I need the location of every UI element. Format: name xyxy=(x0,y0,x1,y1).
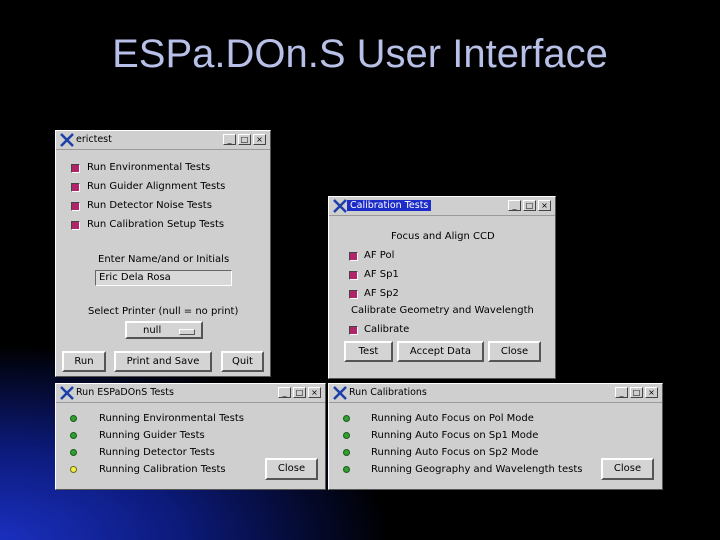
print-and-save-button[interactable]: Print and Save xyxy=(114,351,212,372)
checkbox-label: AF Pol xyxy=(364,250,395,261)
window-title: Calibration Tests xyxy=(347,200,432,211)
x-logo-icon xyxy=(333,386,347,400)
status-led-green xyxy=(70,449,77,456)
checkbox-label: Run Detector Noise Tests xyxy=(87,200,212,211)
close-button[interactable]: × xyxy=(308,387,321,398)
checkbox-calibrate[interactable] xyxy=(349,326,358,335)
calibration-tests-window: Calibration Tests _ □ × Focus and Align … xyxy=(328,196,556,379)
checkbox-label: Calibrate xyxy=(364,324,410,335)
window-title: Run ESPaDOnS Tests xyxy=(76,387,174,398)
status-label: Running Auto Focus on Pol Mode xyxy=(371,413,534,424)
checkbox-label: Run Environmental Tests xyxy=(87,162,211,173)
status-led-green xyxy=(70,415,77,422)
status-label: Running Environmental Tests xyxy=(99,413,244,424)
close-dialog-button[interactable]: Close xyxy=(488,341,541,362)
window-title: Run Calibrations xyxy=(349,387,427,398)
checkbox-label: AF Sp1 xyxy=(364,269,399,280)
status-label: Running Auto Focus on Sp2 Mode xyxy=(371,447,539,458)
checkbox-detector[interactable] xyxy=(71,202,80,211)
test-button[interactable]: Test xyxy=(344,341,393,362)
checkbox-label: AF Sp2 xyxy=(364,288,399,299)
close-button[interactable]: × xyxy=(538,200,551,211)
status-led-yellow xyxy=(70,466,77,473)
section-heading: Focus and Align CCD xyxy=(391,231,495,242)
close-button[interactable]: × xyxy=(645,387,658,398)
x-logo-icon xyxy=(60,386,74,400)
status-label: Running Guider Tests xyxy=(99,430,205,441)
maximize-button[interactable]: □ xyxy=(630,387,643,398)
run-espadons-titlebar[interactable]: Run ESPaDOnS Tests _ □ × xyxy=(56,384,325,403)
maximize-button[interactable]: □ xyxy=(523,200,536,211)
status-led-green xyxy=(343,415,350,422)
close-dialog-button[interactable]: Close xyxy=(601,458,654,480)
slide-title: ESPa.DOn.S User Interface xyxy=(112,32,608,76)
x-logo-icon xyxy=(333,199,347,213)
x-logo-icon xyxy=(60,133,74,147)
printer-label: Select Printer (null = no print) xyxy=(88,306,239,317)
section-heading: Calibrate Geometry and Wavelength xyxy=(351,305,534,316)
status-led-green xyxy=(343,432,350,439)
status-led-green xyxy=(343,466,350,473)
checkbox-af-sp1[interactable] xyxy=(349,271,358,280)
run-calibrations-window: Run Calibrations _ □ × Running Auto Focu… xyxy=(328,383,663,490)
status-label: Running Detector Tests xyxy=(99,447,215,458)
minimize-button[interactable]: _ xyxy=(223,134,236,145)
maximize-button[interactable]: □ xyxy=(293,387,306,398)
dropdown-bar-icon xyxy=(179,329,195,335)
minimize-button[interactable]: _ xyxy=(615,387,628,398)
checkbox-label: Run Calibration Setup Tests xyxy=(87,219,225,230)
quit-button[interactable]: Quit xyxy=(221,351,264,372)
accept-data-button[interactable]: Accept Data xyxy=(397,341,484,362)
calibration-titlebar[interactable]: Calibration Tests _ □ × xyxy=(329,197,555,216)
erictest-titlebar[interactable]: erictest _ □ × xyxy=(56,131,270,150)
minimize-button[interactable]: _ xyxy=(278,387,291,398)
name-input[interactable]: Eric Dela Rosa xyxy=(95,270,232,286)
name-label: Enter Name/and or Initials xyxy=(98,254,230,265)
checkbox-af-pol[interactable] xyxy=(349,252,358,261)
run-espadons-window: Run ESPaDOnS Tests _ □ × Running Environ… xyxy=(55,383,326,490)
checkbox-af-sp2[interactable] xyxy=(349,290,358,299)
status-led-green xyxy=(70,432,77,439)
checkbox-guider[interactable] xyxy=(71,183,80,192)
checkbox-environmental[interactable] xyxy=(71,164,80,173)
checkbox-calibration[interactable] xyxy=(71,221,80,230)
printer-value: null xyxy=(143,325,162,336)
checkbox-label: Run Guider Alignment Tests xyxy=(87,181,226,192)
window-title: erictest xyxy=(76,134,112,145)
status-led-green xyxy=(343,449,350,456)
close-dialog-button[interactable]: Close xyxy=(265,458,318,480)
status-label: Running Geography and Wavelength tests xyxy=(371,464,583,475)
status-label: Running Auto Focus on Sp1 Mode xyxy=(371,430,539,441)
run-calibrations-titlebar[interactable]: Run Calibrations _ □ × xyxy=(329,384,662,403)
printer-select[interactable]: null xyxy=(125,321,203,339)
erictest-window: erictest _ □ × Run Environmental Tests R… xyxy=(55,130,271,377)
maximize-button[interactable]: □ xyxy=(238,134,251,145)
status-label: Running Calibration Tests xyxy=(99,464,226,475)
close-button[interactable]: × xyxy=(253,134,266,145)
run-button[interactable]: Run xyxy=(62,351,106,372)
minimize-button[interactable]: _ xyxy=(508,200,521,211)
